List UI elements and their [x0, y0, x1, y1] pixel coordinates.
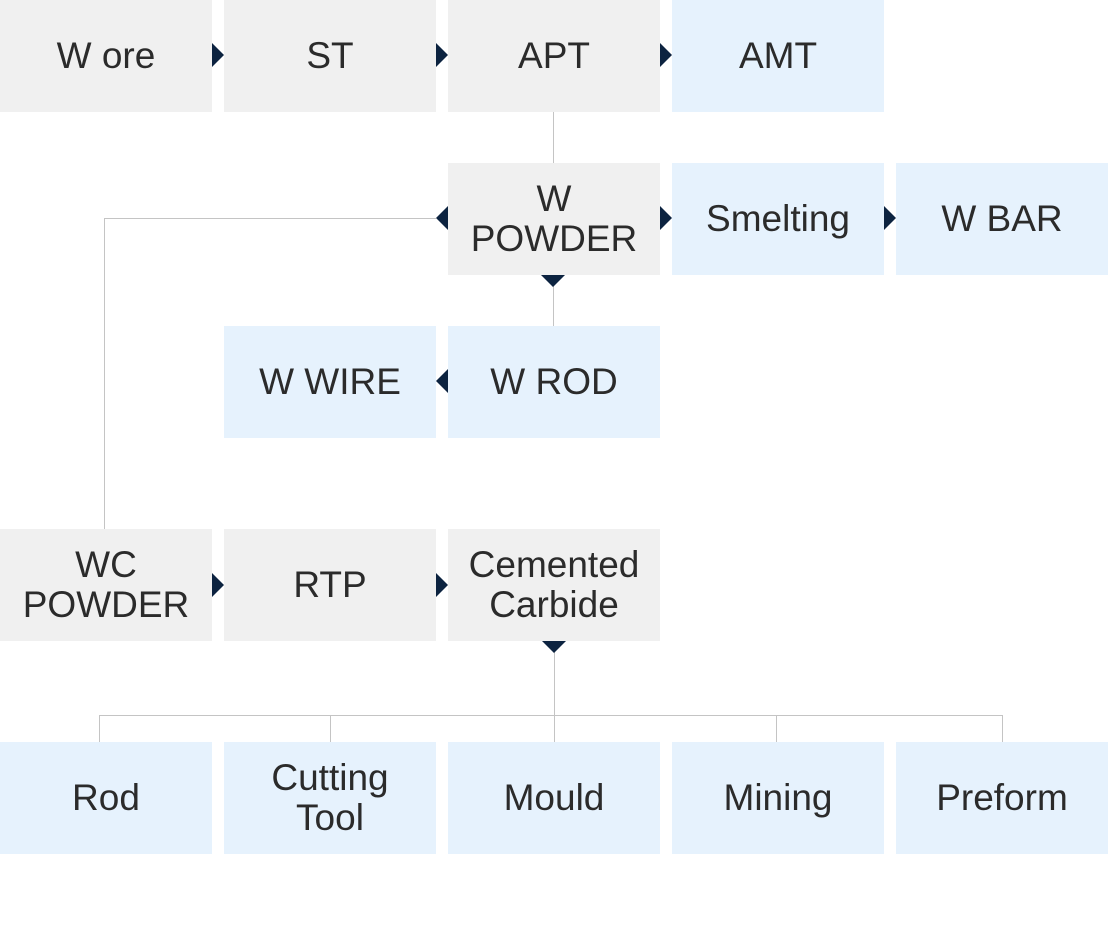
- arrow-right-icon: [212, 573, 224, 597]
- node-w-powder: W POWDER: [448, 163, 660, 275]
- connector-cutting-tool: [330, 715, 331, 742]
- node-st: ST: [224, 0, 436, 112]
- connector-mining: [776, 715, 777, 742]
- node-w-ore: W ore: [0, 0, 212, 112]
- connector-apt-wpowder: [553, 111, 554, 163]
- arrow-right-icon: [884, 206, 896, 230]
- connector-preform: [1002, 715, 1003, 742]
- connector-wpowder-wc-v: [104, 218, 105, 529]
- node-preform: Preform: [896, 742, 1108, 854]
- arrow-left-icon: [436, 369, 448, 393]
- node-mining: Mining: [672, 742, 884, 854]
- connector-wpowder-wc-h: [104, 218, 436, 219]
- node-cutting-tool: Cutting Tool: [224, 742, 436, 854]
- node-w-rod: W ROD: [448, 326, 660, 438]
- node-rod: Rod: [0, 742, 212, 854]
- connector-carbide-trunk: [554, 652, 555, 742]
- node-w-wire: W WIRE: [224, 326, 436, 438]
- arrow-right-icon: [436, 43, 448, 67]
- node-apt: APT: [448, 0, 660, 112]
- connector-rod: [99, 715, 100, 742]
- arrow-down-icon: [542, 641, 566, 653]
- node-mould: Mould: [448, 742, 660, 854]
- node-wc-powder: WC POWDER: [0, 529, 212, 641]
- connector-wpowder-wrod: [553, 286, 554, 326]
- node-amt: AMT: [672, 0, 884, 112]
- arrow-right-icon: [660, 206, 672, 230]
- node-w-bar: W BAR: [896, 163, 1108, 275]
- arrow-right-icon: [660, 43, 672, 67]
- node-cemented-carbide: Cemented Carbide: [448, 529, 660, 641]
- arrow-right-icon: [212, 43, 224, 67]
- arrow-left-icon: [436, 206, 448, 230]
- node-rtp: RTP: [224, 529, 436, 641]
- arrow-down-icon: [541, 275, 565, 287]
- arrow-right-icon: [436, 573, 448, 597]
- node-smelting: Smelting: [672, 163, 884, 275]
- connector-carbide-bus: [99, 715, 1003, 716]
